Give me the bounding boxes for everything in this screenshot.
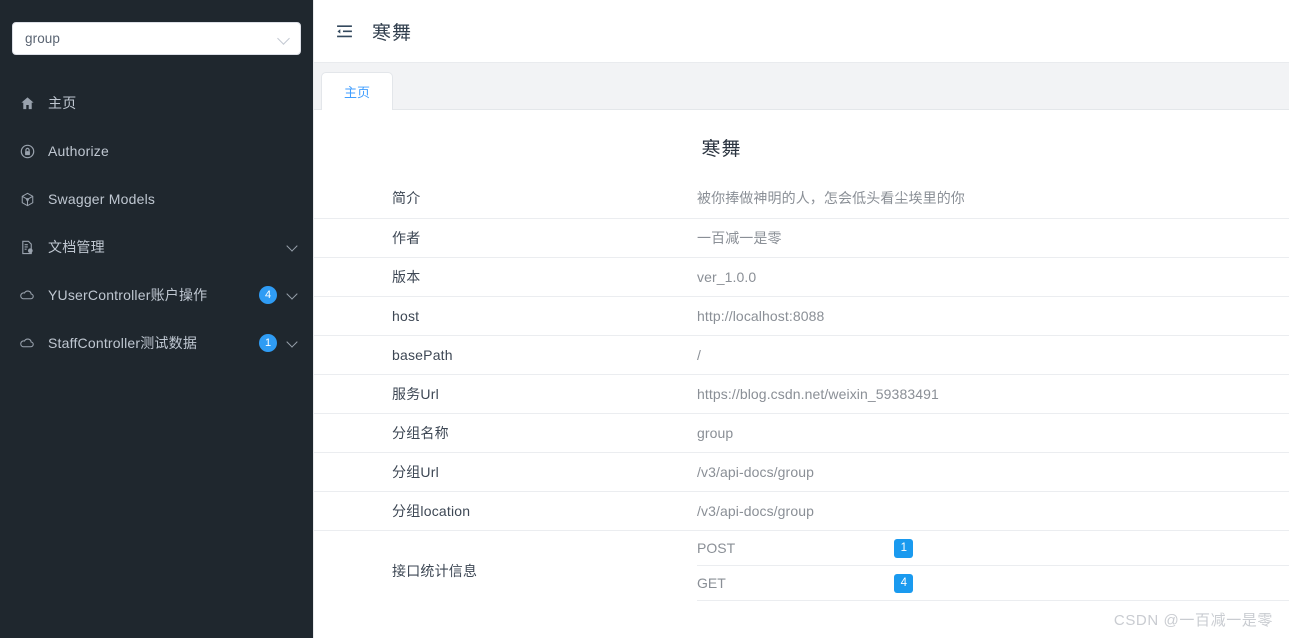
row-label: 分组名称 <box>392 413 697 453</box>
row-value: group <box>697 413 1289 453</box>
chevron-down-icon[interactable] <box>287 337 299 349</box>
table-row: 服务Url https://blog.csdn.net/weixin_59383… <box>314 374 1289 414</box>
sidebar-item-label: Authorize <box>48 143 109 159</box>
row-spacer <box>314 296 392 336</box>
row-value: ver_1.0.0 <box>697 257 1289 297</box>
row-spacer <box>314 374 392 414</box>
chevron-down-icon <box>278 33 290 45</box>
table-row: 分组Url /v3/api-docs/group <box>314 452 1289 492</box>
app-root: group 主页 Authorize Swagger Models 文档管理 Y… <box>0 0 1289 638</box>
menu-fold-icon[interactable] <box>332 19 356 43</box>
row-label: 服务Url <box>392 374 697 414</box>
row-value: http://localhost:8088 <box>697 296 1289 336</box>
info-table: 简介 被你捧做神明的人，怎会低头看尘埃里的你 作者 一百减一是零 版本 ver_… <box>314 179 1289 601</box>
status-badge: 1 <box>894 538 914 558</box>
chevron-down-icon[interactable] <box>287 289 299 301</box>
cube-icon <box>18 190 36 208</box>
table-row: 版本 ver_1.0.0 <box>314 257 1289 297</box>
sidebar-item-authorize[interactable]: Authorize <box>0 127 313 175</box>
row-label: basePath <box>392 335 697 375</box>
content-panel: 寒舞 简介 被你捧做神明的人，怎会低头看尘埃里的你 作者 一百减一是零 版本 v… <box>314 110 1289 638</box>
row-label: 接口统计信息 <box>392 563 478 580</box>
row-label: 简介 <box>392 179 697 219</box>
sidebar-item-label: YUserController账户操作 <box>48 287 208 303</box>
tab-bar: 主页 <box>314 63 1289 110</box>
table-row: host http://localhost:8088 <box>314 296 1289 336</box>
sidebar-item-yusercontroller[interactable]: YUserController账户操作 4 <box>0 271 313 319</box>
row-spacer <box>314 218 392 258</box>
row-value: https://blog.csdn.net/weixin_59383491 <box>697 374 1289 414</box>
table-row: 分组location /v3/api-docs/group <box>314 491 1289 531</box>
sidebar-item-document-management[interactable]: 文档管理 <box>0 223 313 271</box>
table-row: 分组名称 group <box>314 413 1289 453</box>
method-count-cell: 1 <box>894 530 1289 566</box>
table-row: 简介 被你捧做神明的人，怎会低头看尘埃里的你 <box>314 179 1289 219</box>
sidebar-item-label: StaffController测试数据 <box>48 335 198 351</box>
method-stats-table: POST 1 GET 4 <box>697 530 1289 601</box>
group-select-value: group <box>25 31 61 46</box>
cloud-icon <box>18 286 36 304</box>
lock-icon <box>18 142 36 160</box>
method-name: GET <box>697 565 895 601</box>
method-stat-row: GET 4 <box>697 565 1289 601</box>
page-title: 寒舞 <box>372 22 413 44</box>
chevron-down-icon[interactable] <box>287 241 299 253</box>
row-spacer <box>314 491 392 531</box>
home-icon <box>18 94 36 112</box>
row-spacer <box>314 413 392 453</box>
method-stat-row: POST 1 <box>697 530 1289 566</box>
row-spacer <box>314 257 392 297</box>
top-header: 寒舞 <box>314 0 1289 63</box>
row-value: /v3/api-docs/group <box>697 491 1289 531</box>
stats-cell: POST 1 GET 4 <box>697 530 1289 601</box>
sidebar-item-label: 主页 <box>48 95 77 111</box>
method-count-cell: 4 <box>894 565 1289 601</box>
cloud-icon <box>18 334 36 352</box>
watermark: CSDN @一百减一是零 <box>1113 612 1273 629</box>
sidebar-item-badge: 4 <box>259 286 277 304</box>
main-area: 寒舞 主页 寒舞 简介 被你捧做神明的人，怎会低头看尘埃里的你 作者 一百减一是… <box>314 0 1289 638</box>
sidebar-item-staffcontroller[interactable]: StaffController测试数据 1 <box>0 319 313 367</box>
row-value: /v3/api-docs/group <box>697 452 1289 492</box>
row-spacer <box>314 530 392 601</box>
row-spacer <box>314 452 392 492</box>
status-badge: 4 <box>894 574 914 593</box>
row-value: / <box>697 335 1289 375</box>
method-name: POST <box>697 530 895 566</box>
row-spacer <box>314 335 392 375</box>
row-label: 分组location <box>392 491 697 531</box>
sidebar-item-swagger-models[interactable]: Swagger Models <box>0 175 313 223</box>
table-row: basePath / <box>314 335 1289 375</box>
row-label: 分组Url <box>392 452 697 492</box>
sidebar-menu: 主页 Authorize Swagger Models 文档管理 YUserCo… <box>0 79 313 367</box>
document-gear-icon <box>18 238 36 256</box>
row-value: 一百减一是零 <box>697 218 1289 258</box>
sidebar-item-home[interactable]: 主页 <box>0 79 313 127</box>
document-title: 寒舞 <box>701 139 742 160</box>
table-row-stats: 接口统计信息 POST 1 GET 4 <box>314 530 1289 601</box>
sidebar-item-badge: 1 <box>259 334 277 352</box>
row-value: 被你捧做神明的人，怎会低头看尘埃里的你 <box>697 179 1289 219</box>
table-row: 作者 一百减一是零 <box>314 218 1289 258</box>
row-spacer <box>314 179 392 219</box>
group-select[interactable]: group <box>12 22 301 55</box>
row-label: 版本 <box>392 257 697 297</box>
row-label: host <box>392 296 697 336</box>
sidebar-item-label: 文档管理 <box>48 239 105 255</box>
row-label: 作者 <box>392 218 697 258</box>
sidebar: group 主页 Authorize Swagger Models 文档管理 Y… <box>0 0 314 638</box>
tab-home[interactable]: 主页 <box>321 72 394 110</box>
tab-label: 主页 <box>344 85 371 100</box>
sidebar-item-label: Swagger Models <box>48 191 156 207</box>
